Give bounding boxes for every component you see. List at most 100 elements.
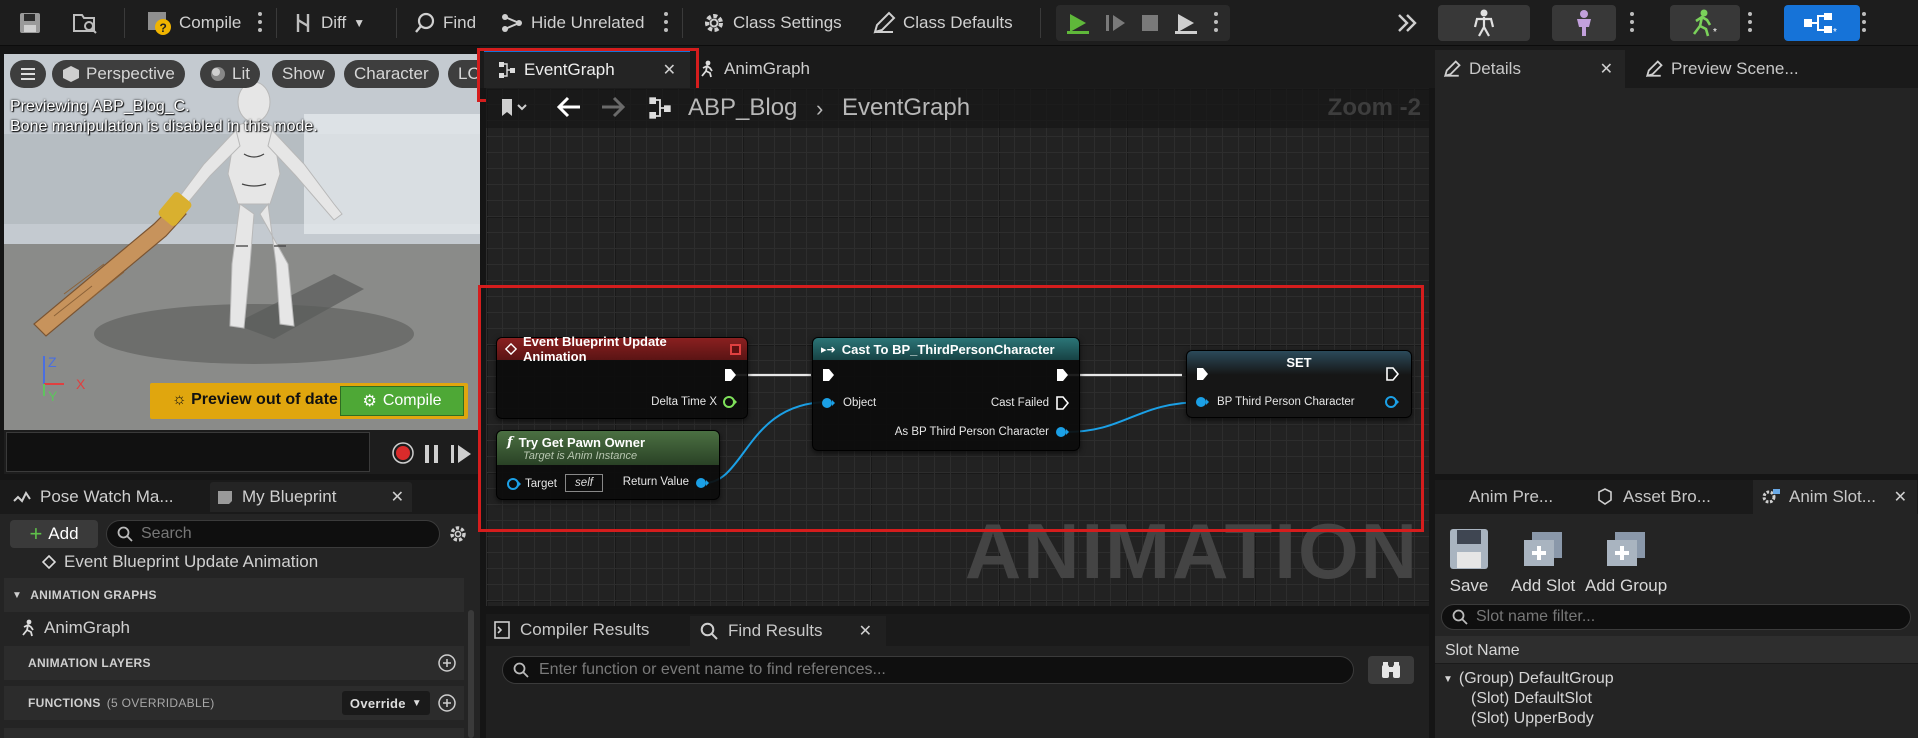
lod-button[interactable]: LO xyxy=(448,60,480,88)
tab-eventgraph[interactable]: EventGraph ✕ xyxy=(484,50,690,88)
expand-toolbar-icon[interactable] xyxy=(1396,6,1418,40)
viewport-compile-button[interactable]: ⚙ Compile xyxy=(340,386,464,416)
character-button[interactable]: Character xyxy=(344,60,439,88)
tab-animgraph[interactable]: AnimGraph xyxy=(698,52,810,86)
tab-asset-browser[interactable]: Asset Bro... xyxy=(1597,482,1711,512)
close-icon[interactable]: ✕ xyxy=(663,60,676,80)
close-icon[interactable]: ✕ xyxy=(1600,59,1613,79)
class-settings-button[interactable]: Class Settings xyxy=(702,6,842,40)
compile-toolbar-button[interactable]: ? Compile xyxy=(146,6,241,40)
eject-icon[interactable] xyxy=(1174,12,1198,34)
object-pin-icon[interactable] xyxy=(1195,395,1209,409)
node-cast-to-third-person[interactable]: ▸➜ Cast To BP_ThirdPersonCharacter Objec… xyxy=(812,337,1080,451)
show-button[interactable]: Show xyxy=(272,60,335,88)
node-event-update-animation[interactable]: Event Blueprint Update Animation Delta T… xyxy=(496,334,748,419)
save-slots-button[interactable]: Save xyxy=(1449,528,1489,596)
add-layer-icon[interactable] xyxy=(438,654,456,672)
bone-manipulation-text: Bone manipulation is disabled in this mo… xyxy=(10,118,318,135)
forward-icon[interactable] xyxy=(450,444,472,464)
hide-unrelated-button[interactable]: Hide Unrelated xyxy=(500,6,644,40)
browse-icon[interactable] xyxy=(72,6,98,40)
record-icon[interactable] xyxy=(392,442,414,464)
exec-in-pin-icon[interactable] xyxy=(1195,367,1209,381)
tab-preview-scene[interactable]: Preview Scene... xyxy=(1645,54,1799,84)
close-icon[interactable]: ✕ xyxy=(859,621,872,641)
object-pin-icon[interactable] xyxy=(507,477,521,491)
play-icon[interactable] xyxy=(1066,12,1090,34)
save-icon[interactable] xyxy=(18,6,42,40)
mesh-options-icon[interactable] xyxy=(1630,12,1634,34)
pause-icon[interactable] xyxy=(424,444,440,464)
blueprint-options-icon[interactable] xyxy=(1862,12,1866,34)
stop-icon[interactable] xyxy=(1140,13,1160,33)
object-pin-icon[interactable] xyxy=(1055,425,1069,439)
lit-button[interactable]: Lit xyxy=(200,60,260,88)
add-function-icon[interactable] xyxy=(438,694,456,712)
play-options-icon[interactable] xyxy=(1214,12,1218,34)
tab-find-results[interactable]: Find Results ✕ xyxy=(690,616,886,646)
diff-button[interactable]: Diff ▼ xyxy=(292,6,365,40)
class-defaults-button[interactable]: Class Defaults xyxy=(872,6,1013,40)
settings-gear-icon[interactable] xyxy=(448,524,468,544)
tab-anim-slot-manager[interactable]: Anim Slot... ✕ xyxy=(1753,480,1917,514)
delegate-pin-icon[interactable] xyxy=(730,343,741,355)
tree-item-event-update[interactable]: Event Blueprint Update Animation xyxy=(42,552,318,572)
blueprint-mode-button[interactable]: * xyxy=(1784,5,1860,41)
close-icon[interactable]: ✕ xyxy=(1894,487,1907,507)
node-try-get-pawn-owner[interactable]: f Try Get Pawn Owner Target is Anim Insta… xyxy=(496,430,720,500)
animgraph-item-label: AnimGraph xyxy=(44,618,130,637)
blueprint-search-input[interactable]: Search xyxy=(106,520,440,548)
add-group-button[interactable]: Add Group xyxy=(1585,528,1667,596)
preview-viewport[interactable]: Perspective Lit Show Character LO Previe… xyxy=(4,54,480,430)
exec-out-pin-icon[interactable] xyxy=(1055,396,1069,410)
exec-out-pin-icon[interactable] xyxy=(1385,367,1399,381)
running-figure-icon: * xyxy=(1688,9,1722,37)
details-panel xyxy=(1435,88,1918,474)
close-icon[interactable]: ✕ xyxy=(391,487,404,507)
hide-unrelated-options-icon[interactable] xyxy=(664,12,668,34)
panel-scrollbar[interactable] xyxy=(468,610,474,738)
object-pin-icon[interactable] xyxy=(1385,395,1399,409)
animation-mode-button[interactable]: * xyxy=(1670,5,1740,41)
tab-pose-watch[interactable]: Pose Watch Ma... xyxy=(12,482,174,512)
override-dropdown[interactable]: Override ▼ xyxy=(341,691,430,715)
tab-my-blueprint[interactable]: My Blueprint ✕ xyxy=(210,482,412,512)
compile-options-icon[interactable] xyxy=(258,12,262,34)
right-panel-tabs: Details ✕ Preview Scene... xyxy=(1435,46,1918,88)
skeleton-mode-button[interactable] xyxy=(1438,5,1530,41)
viewport-menu-button[interactable] xyxy=(10,60,46,88)
tree-item-animgraph[interactable]: AnimGraph xyxy=(20,618,130,638)
event-graph-canvas[interactable]: ABP_Blog › EventGraph Zoom -2 Event Blue… xyxy=(486,88,1429,606)
slot-row-default[interactable]: (Slot) DefaultSlot xyxy=(1471,690,1592,708)
perspective-button[interactable]: Perspective xyxy=(52,60,185,88)
exec-out-pin-icon[interactable] xyxy=(1055,368,1069,382)
character-label: Character xyxy=(354,64,429,83)
section-animation-graphs[interactable]: ▼ ANIMATION GRAPHS xyxy=(4,578,464,612)
tab-compiler-results[interactable]: Compiler Results xyxy=(494,616,649,644)
animation-options-icon[interactable] xyxy=(1748,12,1752,34)
step-forward-icon[interactable] xyxy=(1104,12,1128,34)
find-button[interactable]: Find xyxy=(414,6,476,40)
target-self-field[interactable]: self xyxy=(565,474,603,492)
slot-row-upperbody[interactable]: (Slot) UpperBody xyxy=(1471,710,1594,728)
tab-details[interactable]: Details ✕ xyxy=(1435,50,1625,88)
find-references-input[interactable]: Enter function or event name to find ref… xyxy=(502,656,1354,684)
slot-name-filter-input[interactable]: Slot name filter... xyxy=(1441,604,1911,630)
find-in-all-blueprints-button[interactable] xyxy=(1368,656,1414,684)
object-pin-icon[interactable] xyxy=(821,396,835,410)
node-set-variable[interactable]: SET BP Third Person Character xyxy=(1186,350,1412,418)
exec-out-pin-icon[interactable] xyxy=(723,368,737,382)
section-animation-layers[interactable]: ANIMATION LAYERS xyxy=(4,646,464,680)
axis-x-label: X xyxy=(76,376,86,392)
slot-name-column-header[interactable]: Slot Name xyxy=(1435,636,1918,664)
timeline-field[interactable] xyxy=(6,432,370,472)
exec-in-pin-icon[interactable] xyxy=(821,368,835,382)
object-pin-icon[interactable] xyxy=(695,476,709,490)
add-button[interactable]: + Add xyxy=(10,520,98,548)
section-functions[interactable]: FUNCTIONS (5 OVERRIDABLE) Override ▼ xyxy=(4,686,464,720)
slot-group-row[interactable]: ▼ (Group) DefaultGroup xyxy=(1443,670,1614,688)
add-slot-button[interactable]: Add Slot xyxy=(1511,528,1575,596)
mesh-mode-button[interactable] xyxy=(1552,5,1616,41)
tab-anim-preview[interactable]: Anim Pre... xyxy=(1469,482,1553,512)
float-pin-icon[interactable] xyxy=(723,395,737,409)
